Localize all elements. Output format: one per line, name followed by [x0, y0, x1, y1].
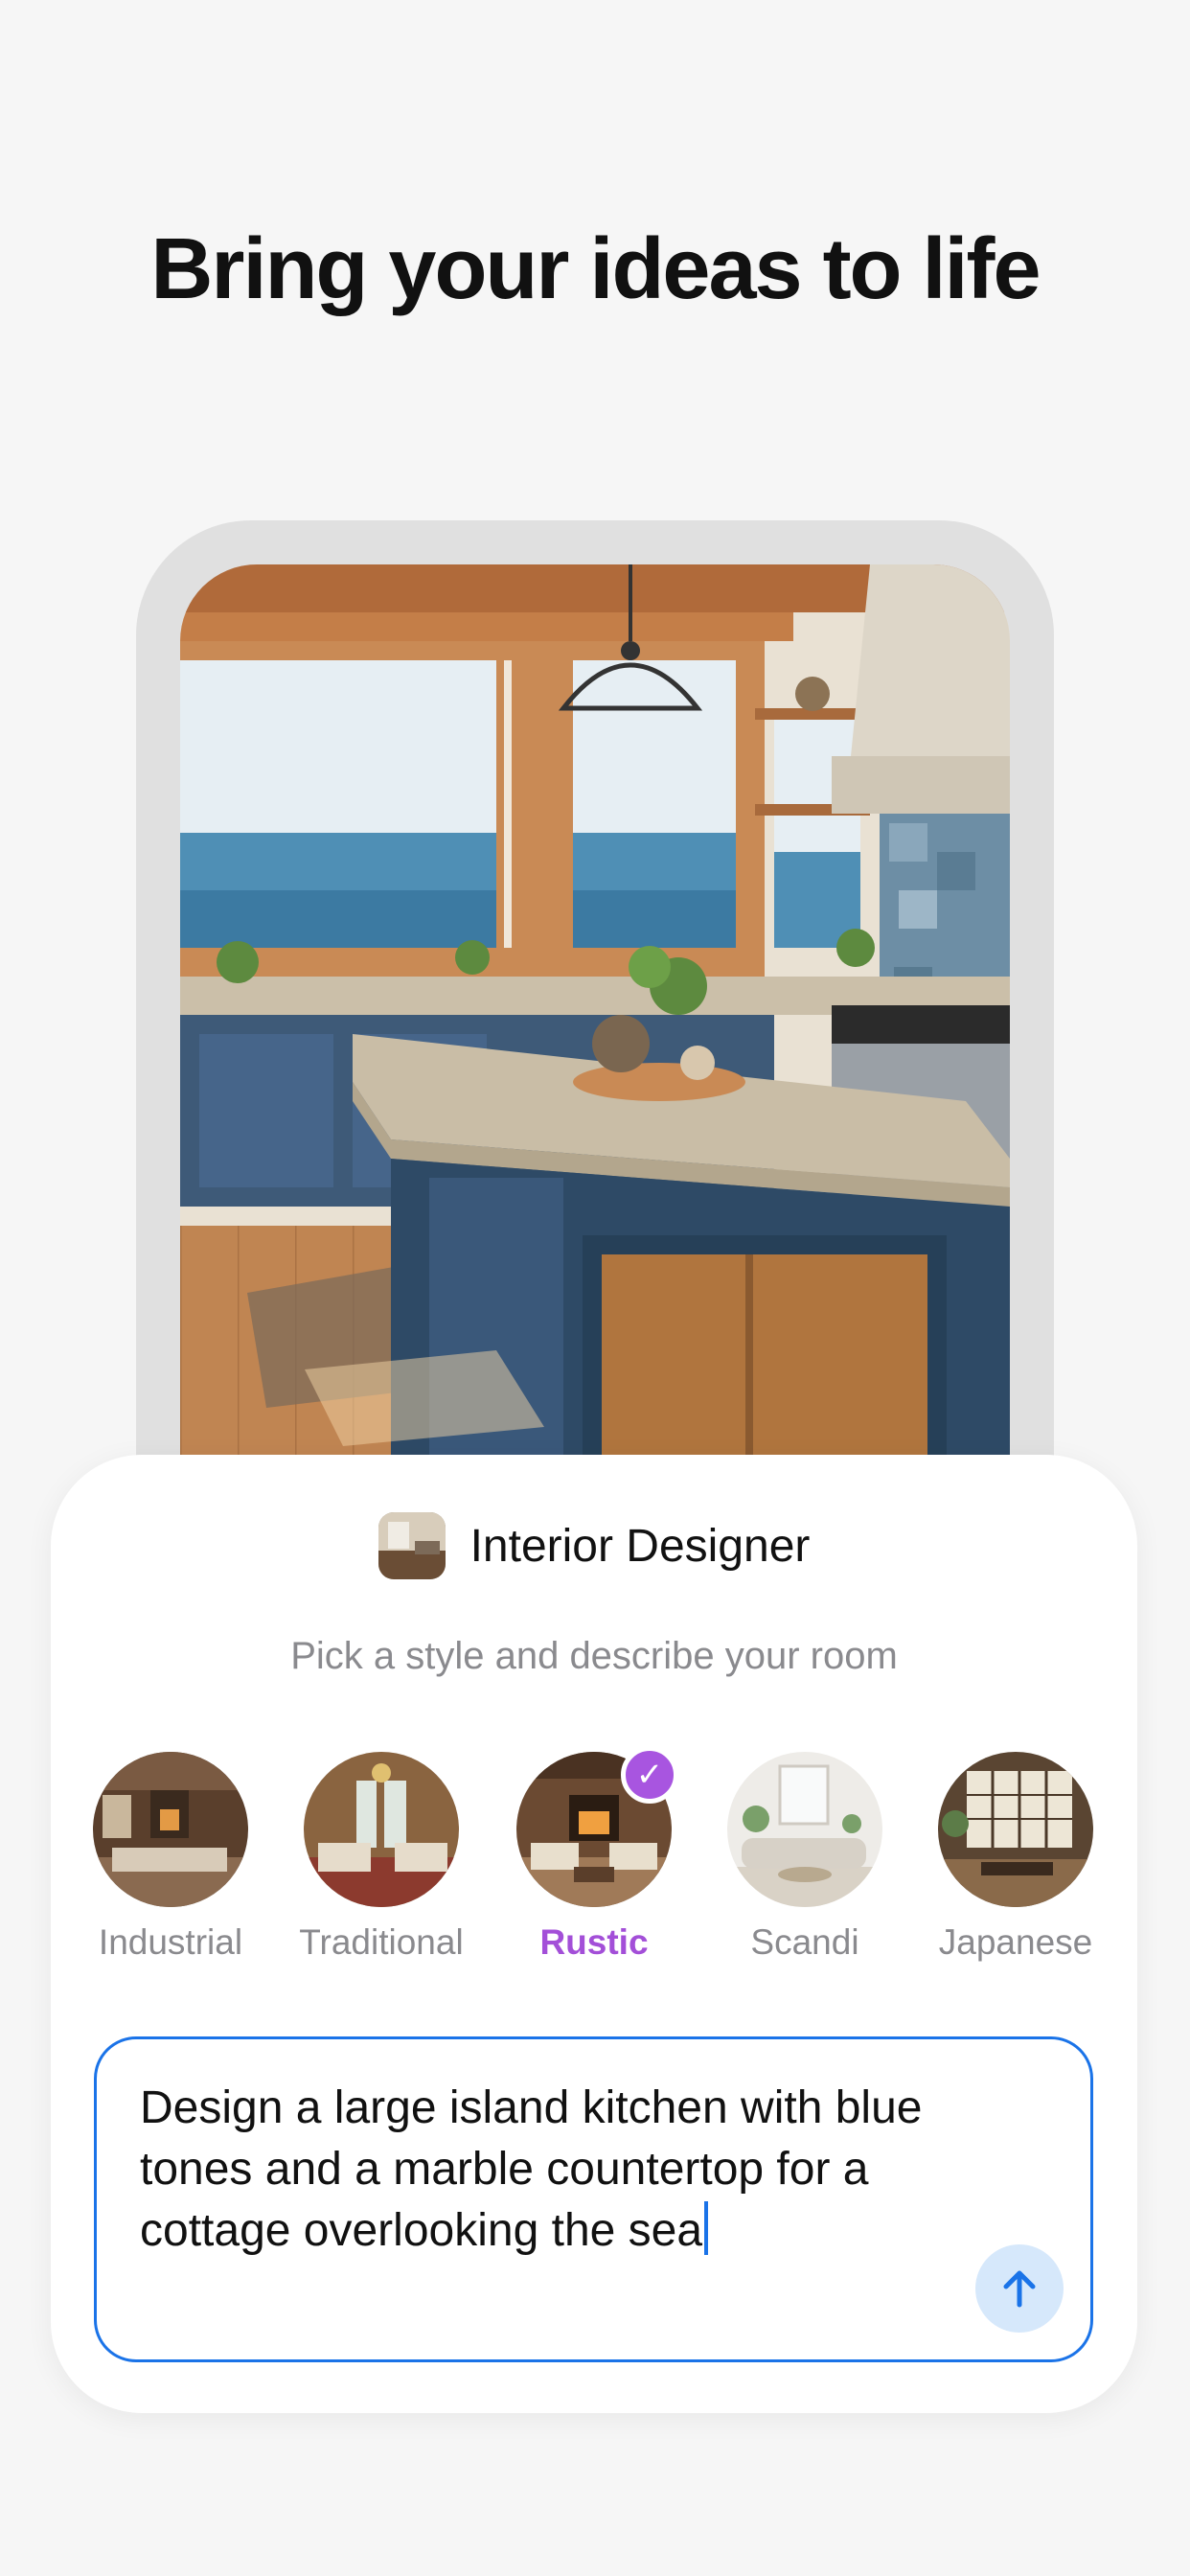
style-option-rustic[interactable]: ✓ Rustic	[498, 1746, 690, 1963]
style-label-traditional: Traditional	[299, 1922, 464, 1962]
style-picker-card: Interior Designer Pick a style and descr…	[51, 1455, 1137, 2413]
text-caret	[704, 2201, 709, 2255]
style-label-rustic: Rustic	[539, 1922, 649, 1962]
checkmark-icon: ✓	[621, 1746, 678, 1804]
style-option-japanese[interactable]: Japanese	[920, 1752, 1111, 1963]
app-name: Interior Designer	[469, 1520, 811, 1572]
style-thumb-traditional	[304, 1752, 459, 1907]
subtitle: Pick a style and describe your room	[290, 1635, 898, 1677]
prompt-text[interactable]: Design a large island kitchen with blue …	[140, 2078, 1002, 2262]
headline: Bring your ideas to life	[150, 221, 1041, 317]
style-thumb-japanese	[938, 1752, 1093, 1907]
style-thumb-scandi	[727, 1752, 882, 1907]
prompt-value: Design a large island kitchen with blue …	[140, 2082, 923, 2256]
style-label-japanese: Japanese	[938, 1922, 1093, 1962]
app-header: Interior Designer	[51, 1512, 1137, 1579]
style-option-industrial[interactable]: Industrial	[75, 1752, 266, 1963]
style-label-scandi: Scandi	[750, 1922, 859, 1962]
app-icon	[378, 1512, 446, 1579]
style-thumb-industrial	[93, 1752, 248, 1907]
arrow-up-icon	[1003, 2270, 1036, 2308]
style-label-industrial: Industrial	[98, 1922, 243, 1962]
style-option-traditional[interactable]: Traditional	[286, 1752, 477, 1963]
style-option-scandi[interactable]: Scandi	[709, 1752, 901, 1963]
send-button[interactable]	[975, 2244, 1064, 2333]
prompt-input[interactable]: Design a large island kitchen with blue …	[94, 2036, 1093, 2362]
